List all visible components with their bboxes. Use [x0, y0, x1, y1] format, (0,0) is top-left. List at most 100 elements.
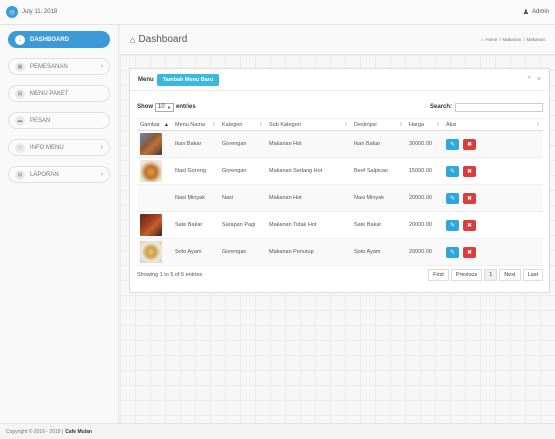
breadcrumb-separator: /	[523, 37, 525, 42]
sort-icon: ⇕	[535, 121, 540, 128]
column-header-gambar[interactable]: Gambar ▲	[137, 119, 172, 130]
table-footer: Showing 1 to 5 of 5 entries First Previo…	[137, 269, 543, 281]
page-first-button[interactable]: First	[428, 269, 449, 281]
column-header-sub-kategori[interactable]: Sub Kategori ⇕	[266, 119, 351, 130]
cell-kategori: Gorengan	[222, 249, 247, 255]
cell-harga: 15000.00	[409, 168, 432, 174]
delete-button[interactable]: ✖	[463, 138, 476, 150]
cell-harga: 30000.00	[409, 141, 432, 147]
food-image-soto-ayam	[140, 241, 162, 263]
home-icon: ⌂	[15, 34, 25, 45]
edit-button[interactable]: ✎	[446, 165, 459, 177]
panel-tools: ^ ×	[528, 76, 541, 83]
show-label: Show	[137, 104, 153, 110]
copyright-footer: Copyright © 2016 - 2018 | Cafe Mulan	[0, 423, 555, 439]
sidebar-item-label: PEMESANAN	[30, 63, 68, 70]
breadcrumb-separator: /	[499, 37, 501, 42]
document-icon: □	[15, 142, 25, 153]
sidebar-item-label: INFO MENU	[30, 144, 64, 151]
sort-icon: ⇕	[435, 121, 440, 128]
column-header-aksi[interactable]: Aksi ⇕	[443, 119, 543, 130]
page-next-button[interactable]: Next	[499, 269, 521, 281]
sidebar-item-label: MENU PAKET	[30, 90, 69, 97]
sidebar-item-pesan[interactable]: ▬ PESAN	[8, 112, 110, 129]
breadcrumb-home[interactable]: Home	[485, 37, 497, 42]
main-content: ⌂ Dashboard ⌂ Home / Makanan / Makanan M…	[120, 25, 555, 423]
sidebar-item-info-menu[interactable]: □ INFO MENU ›	[8, 139, 110, 156]
delete-button[interactable]: ✖	[463, 219, 476, 231]
breadcrumb: ⌂ Home / Makanan / Makanan	[481, 37, 545, 42]
sidebar-item-laporan[interactable]: ▤ LAPORAN ›	[8, 166, 110, 183]
breadcrumb-middle[interactable]: Makanan	[503, 37, 522, 42]
sidebar-item-dashboard[interactable]: ⌂ DASHBOARD	[8, 31, 110, 48]
food-image-sate-bakar	[140, 214, 162, 236]
current-date: July 11, 2018	[22, 9, 58, 15]
table-row: Ikan Bakar Gorengan Makanan Hot Ikan Bak…	[137, 131, 543, 158]
close-icon[interactable]: ×	[537, 76, 541, 83]
page-header: ⌂ Dashboard ⌂ Home / Makanan / Makanan	[120, 25, 555, 55]
edit-button[interactable]: ✎	[446, 246, 459, 258]
page-previous-button[interactable]: Previous	[450, 269, 483, 281]
user-icon: ♟	[522, 9, 529, 16]
menu-panel: Menu Tambah Menu Baru ^ × Show 10 ▼ entr…	[129, 68, 550, 293]
sidebar-item-menu-paket[interactable]: ▤ MENU PAKET	[8, 85, 110, 102]
page-title: ⌂ Dashboard	[130, 34, 187, 45]
edit-button[interactable]: ✎	[446, 219, 459, 231]
cell-sub-kategori: Makanan Hot	[269, 195, 302, 201]
brand-name: Cafe Mulan	[65, 428, 92, 435]
sort-icon: ⇕	[211, 121, 216, 128]
table-row: Soto Ayam Gorengan Makanan Penutup Soto …	[137, 239, 543, 266]
collapse-icon[interactable]: ^	[528, 76, 531, 83]
food-image-nasi-goreng	[140, 160, 162, 182]
delete-button[interactable]: ✖	[463, 165, 476, 177]
breadcrumb-current: Makanan	[526, 37, 545, 42]
page-current-button[interactable]: 1	[484, 269, 498, 281]
table-header: Gambar ▲ Menu Nama ⇕ Kategori ⇕ Sub Kategor…	[137, 118, 543, 131]
add-menu-button[interactable]: Tambah Menu Baru	[156, 73, 220, 86]
sidebar-item-label: PESAN	[30, 117, 51, 124]
cell-deskripsi: Beef Salpicao	[354, 168, 388, 174]
search-input[interactable]	[455, 102, 543, 112]
sidebar-item-label: DASHBOARD	[30, 36, 69, 43]
cell-kategori: Sarapan Pagi	[222, 222, 256, 228]
column-header-deskripsi[interactable]: Deskripsi ⇕	[351, 119, 406, 130]
delete-button[interactable]: ✖	[463, 192, 476, 204]
entries-select[interactable]: 10 ▼	[155, 102, 174, 112]
delete-button[interactable]: ✖	[463, 246, 476, 258]
package-icon: ▤	[15, 88, 25, 99]
cell-sub-kategori: Makanan Hot	[269, 141, 302, 147]
cell-deskripsi: Soto Ayam	[354, 249, 381, 255]
cell-menu-nama: Nasi Goreng	[175, 168, 206, 174]
user-name: Admin	[531, 9, 549, 15]
cell-harga: 20000.00	[409, 195, 432, 201]
chevron-right-icon: ›	[100, 144, 103, 151]
cell-kategori: Nasi	[222, 195, 234, 201]
top-bar: ◷ July 11, 2018 ♟ Admin	[0, 0, 555, 25]
edit-button[interactable]: ✎	[446, 192, 459, 204]
user-menu[interactable]: ♟ Admin	[523, 8, 549, 16]
panel-title: Menu	[138, 76, 154, 83]
column-header-harga[interactable]: Harga ⇕	[406, 119, 443, 130]
page-last-button[interactable]: Last	[522, 269, 543, 281]
menu-table: Gambar ▲ Menu Nama ⇕ Kategori ⇕ Sub Kategor…	[137, 118, 543, 266]
home-icon: ⌂	[130, 34, 136, 45]
table-info: Showing 1 to 5 of 5 entries	[137, 272, 203, 278]
column-header-kategori[interactable]: Kategori ⇕	[219, 119, 266, 130]
cell-deskripsi: Sate Bakar	[354, 222, 382, 228]
edit-button[interactable]: ✎	[446, 138, 459, 150]
table-controls: Show 10 ▼ entries Search:	[137, 101, 543, 113]
page-title-text: Dashboard	[138, 34, 188, 45]
cell-sub-kategori: Makanan Sedang Hot	[269, 168, 323, 174]
cell-harga: 20000.00	[409, 249, 432, 255]
sidebar-item-pemesanan[interactable]: ▦ PEMESANAN ›	[8, 58, 110, 75]
report-icon: ▤	[15, 169, 25, 180]
cell-kategori: Gorengan	[222, 141, 247, 147]
column-header-menu-nama[interactable]: Menu Nama ⇕	[172, 119, 219, 130]
cell-menu-nama: Ikan Bakar	[175, 141, 202, 147]
cell-menu-nama: Soto Ayam	[175, 249, 202, 255]
chevron-down-icon: ▼	[167, 104, 171, 110]
calendar-icon: ▦	[15, 61, 25, 72]
chevron-right-icon: ›	[100, 171, 103, 178]
sort-icon: ⇕	[258, 121, 263, 128]
cell-menu-nama: Nasi Minyak	[175, 195, 205, 201]
